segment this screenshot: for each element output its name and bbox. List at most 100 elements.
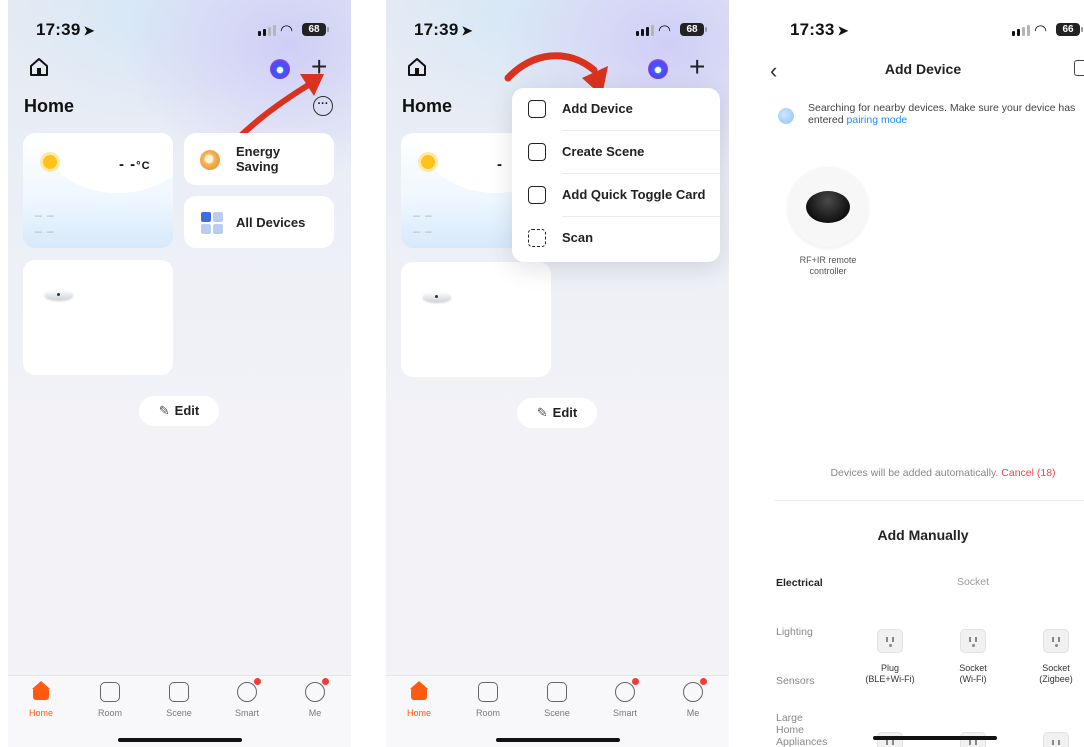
sun-icon bbox=[37, 149, 63, 175]
device-thumbnail bbox=[45, 290, 73, 300]
signal-icon bbox=[1012, 25, 1030, 36]
grid-icon bbox=[201, 212, 223, 234]
scan-icon bbox=[528, 229, 546, 247]
add-device-icon bbox=[528, 100, 546, 118]
pairing-mode-link[interactable]: pairing mode bbox=[847, 114, 908, 126]
tab-home[interactable]: Home bbox=[394, 681, 444, 718]
scan-icon[interactable] bbox=[1074, 60, 1084, 76]
weather-detail-2: – – bbox=[35, 224, 55, 238]
socket-icon bbox=[960, 629, 986, 653]
menu-item-scan[interactable]: Scan bbox=[512, 217, 720, 260]
edit-button[interactable]: ✎ Edit bbox=[517, 398, 597, 428]
battery-indicator: 68 bbox=[680, 23, 707, 36]
notification-dot bbox=[254, 678, 261, 685]
smart-icon bbox=[615, 678, 639, 702]
device-card[interactable] bbox=[401, 262, 551, 377]
category-electrical[interactable]: Electrical bbox=[776, 577, 823, 589]
add-manually-heading: Add Manually bbox=[877, 527, 969, 543]
tab-smart[interactable]: Smart bbox=[222, 678, 272, 718]
tab-home[interactable]: Home bbox=[16, 681, 66, 718]
socket-wifi-item[interactable]: Socket (Wi-Fi) bbox=[945, 629, 1001, 685]
menu-item-add-quick-toggle-card[interactable]: Add Quick Toggle Card bbox=[512, 174, 720, 217]
socket-icon bbox=[1043, 629, 1069, 653]
category-large-home-appliances[interactable]: Large Home Appliances bbox=[776, 712, 827, 747]
status-bar: 17:39 ➤ ◠ 68 bbox=[386, 20, 729, 42]
appliance-icon bbox=[1043, 732, 1069, 747]
pencil-icon: ✎ bbox=[158, 403, 170, 418]
all-devices-label: All Devices bbox=[236, 215, 306, 230]
section-divider bbox=[774, 500, 1084, 501]
house-icon[interactable] bbox=[406, 56, 428, 78]
scene-icon bbox=[547, 682, 567, 702]
tab-smart[interactable]: Smart bbox=[600, 678, 650, 718]
cancel-countdown-button[interactable]: Cancel (18) bbox=[1001, 467, 1055, 479]
weather-detail-2: – – bbox=[413, 224, 433, 238]
appliance-item[interactable] bbox=[1028, 732, 1084, 747]
weather-detail-1: – – bbox=[35, 208, 55, 222]
tab-room[interactable]: Room bbox=[463, 682, 513, 718]
quick-toggle-icon bbox=[528, 186, 546, 204]
energy-saving-card[interactable]: Energy Saving bbox=[184, 133, 334, 185]
found-device-tile[interactable]: RF+IR remote controller bbox=[786, 167, 870, 277]
tab-room[interactable]: Room bbox=[85, 682, 135, 718]
home-screen-panel-2: 17:39 ➤ ◠ 68 + Home - – – – – Add Device … bbox=[386, 0, 729, 747]
wifi-icon: ◠ bbox=[1034, 22, 1048, 39]
tab-bar: Home Room Scene Smart Me bbox=[8, 675, 351, 747]
house-icon[interactable] bbox=[28, 56, 50, 78]
searching-spinner-icon bbox=[778, 108, 794, 124]
wifi-icon: ◠ bbox=[280, 22, 294, 39]
room-icon bbox=[100, 682, 120, 702]
all-devices-card[interactable]: All Devices bbox=[184, 196, 334, 248]
category-sensors[interactable]: Sensors bbox=[776, 675, 815, 687]
me-icon bbox=[683, 678, 707, 702]
me-icon bbox=[305, 678, 329, 702]
edit-button[interactable]: ✎ Edit bbox=[139, 396, 219, 426]
device-card[interactable] bbox=[23, 260, 173, 375]
status-time: 17:39 ➤ bbox=[36, 20, 95, 39]
weather-card[interactable]: - -°C – – – – bbox=[23, 133, 173, 248]
temperature-value: - bbox=[497, 156, 503, 173]
notification-dot bbox=[322, 678, 329, 685]
device-thumbnail bbox=[423, 292, 451, 302]
plug-ble-wifi-item[interactable]: Plug (BLE+Wi-Fi) bbox=[862, 629, 918, 685]
page-title[interactable]: Home bbox=[402, 96, 452, 117]
add-plus-icon[interactable]: + bbox=[689, 53, 705, 81]
tab-scene[interactable]: Scene bbox=[532, 682, 582, 718]
assistant-icon[interactable] bbox=[648, 59, 668, 79]
menu-item-add-device[interactable]: Add Device bbox=[512, 88, 720, 131]
home-icon bbox=[409, 681, 429, 702]
tab-bar: Home Room Scene Smart Me bbox=[386, 675, 729, 747]
menu-item-create-scene[interactable]: Create Scene bbox=[512, 131, 720, 174]
page-title[interactable]: Home bbox=[24, 96, 74, 117]
home-screen-panel-1: 17:39 ➤ ◠ 68 + Home ··· - -°C – – – – Ene… bbox=[8, 0, 351, 747]
scene-icon bbox=[169, 682, 189, 702]
notification-dot bbox=[632, 678, 639, 685]
weather-detail-1: – – bbox=[413, 208, 433, 222]
device-image bbox=[788, 167, 868, 247]
category-lighting[interactable]: Lighting bbox=[776, 626, 813, 638]
found-device-label: RF+IR remote controller bbox=[799, 255, 857, 276]
tab-scene[interactable]: Scene bbox=[154, 682, 204, 718]
energy-icon bbox=[200, 150, 220, 170]
tab-me[interactable]: Me bbox=[668, 678, 718, 718]
notification-dot bbox=[700, 678, 707, 685]
tab-me[interactable]: Me bbox=[290, 678, 340, 718]
status-time: 17:39 ➤ bbox=[414, 20, 473, 39]
socket-subheading: Socket bbox=[956, 576, 990, 588]
status-bar: 17:33 ➤ ◠ 66 bbox=[762, 20, 1084, 42]
home-indicator bbox=[117, 738, 242, 742]
socket-zigbee-item[interactable]: Socket (Zigbee) bbox=[1028, 629, 1084, 685]
home-indicator bbox=[873, 736, 997, 740]
battery-indicator: 68 bbox=[302, 23, 329, 36]
status-bar: 17:39 ➤ ◠ 68 bbox=[8, 20, 351, 42]
status-time: 17:33 ➤ bbox=[790, 20, 849, 39]
searching-text: Searching for nearby devices. Make sure … bbox=[808, 102, 1076, 126]
remote-controller-image bbox=[806, 191, 850, 223]
pencil-icon: ✎ bbox=[536, 405, 548, 420]
battery-indicator: 66 bbox=[1056, 23, 1083, 36]
add-device-screen: 17:33 ➤ ◠ 66 ‹ Add Device Searching for n… bbox=[762, 0, 1084, 747]
smart-icon bbox=[237, 678, 261, 702]
wifi-icon: ◠ bbox=[658, 22, 672, 39]
create-scene-icon bbox=[528, 143, 546, 161]
signal-icon bbox=[636, 25, 654, 36]
